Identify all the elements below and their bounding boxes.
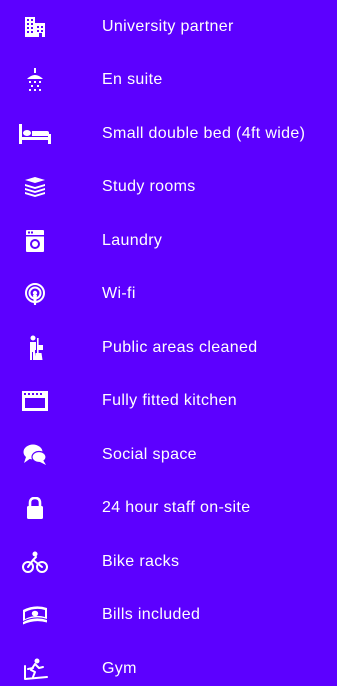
amenity-label: Public areas cleaned [102, 339, 258, 356]
amenity-en-suite: En suite [0, 63, 337, 97]
amenity-gym: Gym [0, 652, 337, 686]
shower-icon [18, 63, 52, 97]
cleaner-icon [18, 331, 52, 365]
washing-machine-icon [18, 224, 52, 258]
amenity-small-double-bed: Small double bed (4ft wide) [0, 117, 337, 151]
amenity-wifi: Wi-fi [0, 277, 337, 311]
amenity-label: Study rooms [102, 178, 196, 195]
amenity-social-space: Social space [0, 438, 337, 472]
chat-bubbles-icon [18, 438, 52, 472]
money-icon [18, 598, 52, 632]
amenity-study-rooms: Study rooms [0, 170, 337, 204]
bed-icon [18, 117, 52, 151]
amenity-public-areas-cleaned: Public areas cleaned [0, 331, 337, 365]
amenity-label: Wi-fi [102, 285, 136, 302]
amenity-label: Laundry [102, 232, 163, 249]
building-icon [18, 10, 52, 44]
amenity-24-hour-staff: 24 hour staff on-site [0, 491, 337, 525]
wifi-icon [18, 277, 52, 311]
treadmill-icon [18, 652, 52, 686]
amenities-list: University partner En suite Small double… [0, 0, 337, 680]
amenity-label: Fully fitted kitchen [102, 392, 238, 409]
amenity-label: University partner [102, 18, 234, 35]
amenity-label: Bills included [102, 606, 201, 623]
amenity-label: Gym [102, 660, 137, 677]
amenity-laundry: Laundry [0, 224, 337, 258]
amenity-fully-fitted-kitchen: Fully fitted kitchen [0, 384, 337, 418]
amenity-bills-included: Bills included [0, 598, 337, 632]
amenity-label: Bike racks [102, 553, 180, 570]
amenity-label: En suite [102, 71, 163, 88]
bicycle-icon [18, 545, 52, 579]
books-icon [18, 170, 52, 204]
amenity-label: Small double bed (4ft wide) [102, 125, 306, 142]
amenity-label: 24 hour staff on-site [102, 499, 251, 516]
padlock-icon [18, 491, 52, 525]
amenity-label: Social space [102, 446, 197, 463]
amenity-bike-racks: Bike racks [0, 545, 337, 579]
amenity-university-partner: University partner [0, 10, 337, 44]
oven-icon [18, 384, 52, 418]
